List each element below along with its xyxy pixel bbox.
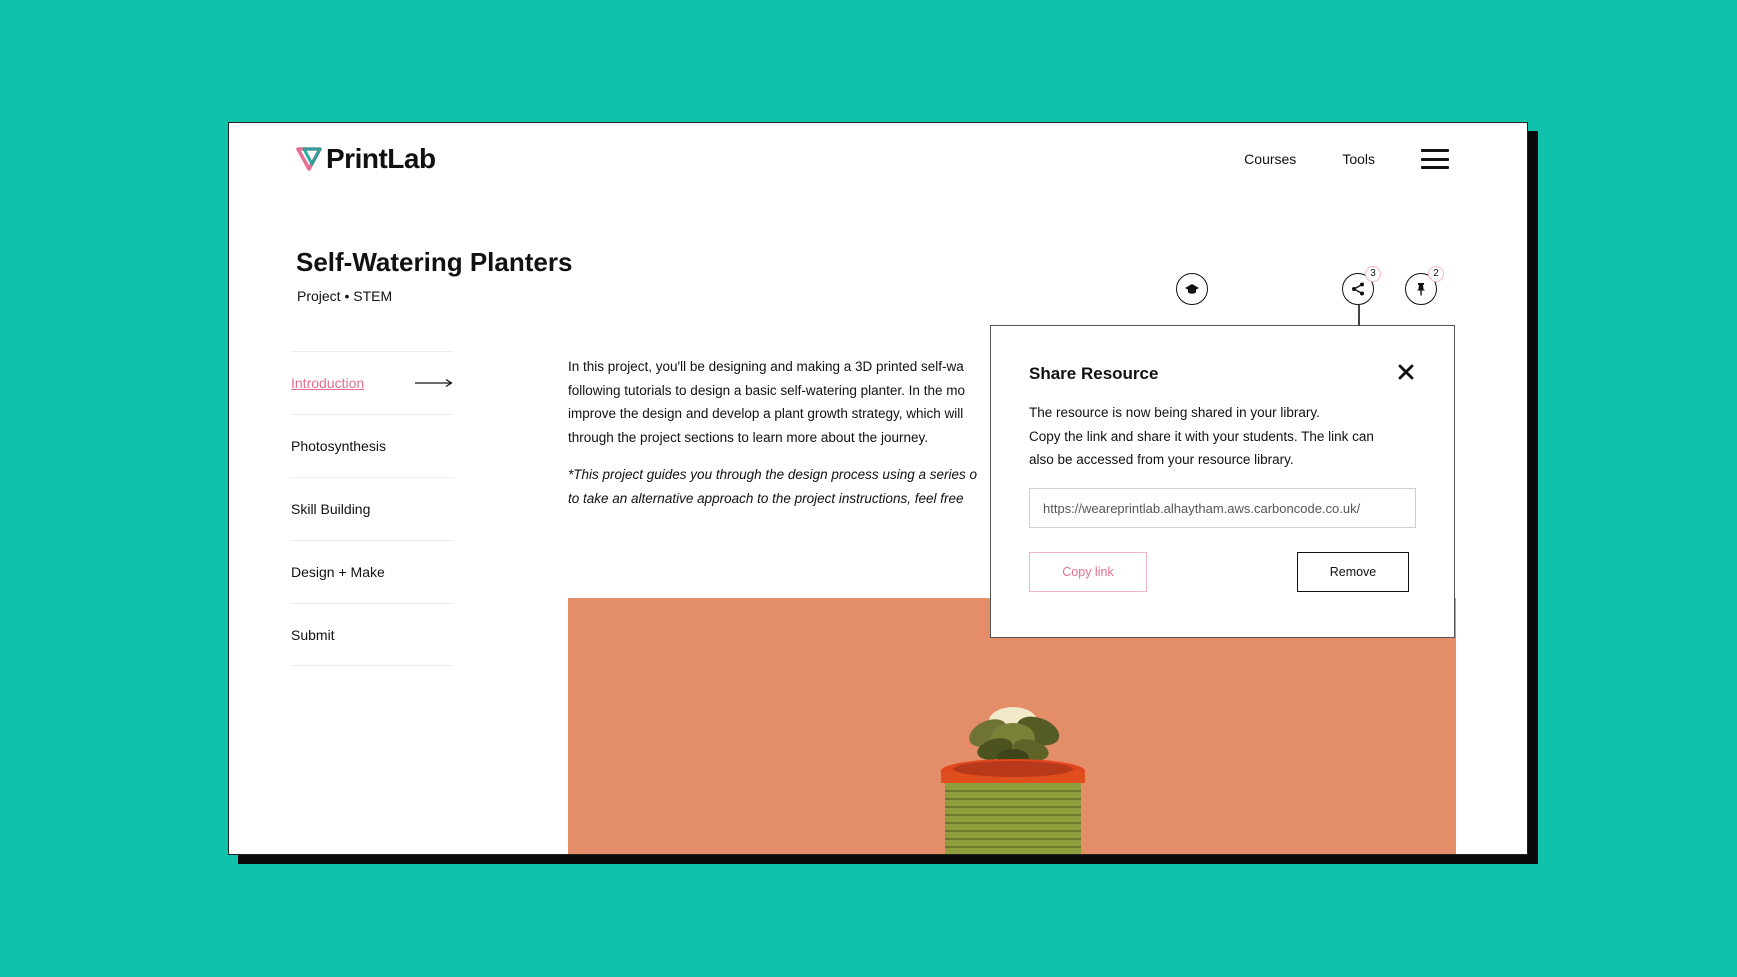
note-line: to take an alternative approach to the p…: [568, 490, 964, 506]
sidebar-item-skill-building[interactable]: Skill Building: [291, 477, 453, 540]
top-nav: Courses Tools: [1244, 149, 1449, 169]
sidebar-item-photosynthesis[interactable]: Photosynthesis: [291, 414, 453, 477]
intro-line: improve the design and develop a plant g…: [568, 406, 964, 421]
note-line: *This project guides you through the des…: [568, 467, 977, 482]
hamburger-menu-icon[interactable]: [1421, 149, 1449, 169]
arrow-right-icon: [415, 378, 453, 388]
intro-text: In this project, you'll be designing and…: [568, 355, 988, 510]
pin-count-badge: 2: [1428, 266, 1444, 282]
sidebar-item-label: Skill Building: [291, 501, 371, 517]
sidebar-item-submit[interactable]: Submit: [291, 603, 453, 666]
intro-note: *This project guides you through the des…: [568, 463, 988, 510]
planter-illustration: [941, 707, 1085, 854]
remove-button[interactable]: Remove: [1297, 552, 1409, 592]
share-count-badge: 3: [1365, 266, 1381, 282]
nav-courses[interactable]: Courses: [1244, 151, 1296, 167]
share-resource-modal: Share Resource The resource is now being…: [990, 325, 1455, 638]
app-window: PrintLab Courses Tools Self-Watering Pla…: [228, 122, 1528, 855]
sidebar-item-label: Introduction: [291, 375, 365, 391]
copy-link-button[interactable]: Copy link: [1029, 552, 1147, 592]
section-sidebar: Introduction Photosynthesis Skill Buildi…: [291, 351, 453, 666]
intro-line: through the project sections to learn mo…: [568, 429, 928, 445]
modal-line: also be accessed from your resource libr…: [1029, 452, 1294, 467]
modal-line: The resource is now being shared in your…: [1029, 405, 1320, 420]
page-title: Self-Watering Planters: [296, 247, 573, 277]
logo[interactable]: PrintLab: [296, 143, 436, 175]
share-icon: [1352, 282, 1364, 296]
popover-connector: [1358, 305, 1360, 325]
pin-icon: [1417, 283, 1425, 296]
sidebar-item-label: Design + Make: [291, 564, 385, 580]
sidebar-item-introduction[interactable]: Introduction: [291, 351, 453, 414]
modal-line: Copy the link and share it with your stu…: [1029, 428, 1374, 444]
page-subtitle: Project • STEM: [297, 288, 393, 304]
sidebar-item-label: Photosynthesis: [291, 438, 386, 454]
close-icon[interactable]: [1398, 364, 1414, 380]
nav-tools[interactable]: Tools: [1342, 151, 1375, 167]
share-url-field[interactable]: [1029, 488, 1416, 528]
intro-line: In this project, you'll be designing and…: [568, 359, 964, 374]
graduation-cap-icon: [1185, 284, 1199, 294]
course-button[interactable]: [1176, 273, 1208, 305]
logo-text: PrintLab: [326, 143, 436, 174]
sidebar-item-label: Submit: [291, 626, 335, 643]
intro-line: following tutorials to design a basic se…: [568, 382, 965, 398]
sidebar-item-design-make[interactable]: Design + Make: [291, 540, 453, 603]
share-button[interactable]: 3: [1342, 266, 1381, 305]
modal-description: The resource is now being shared in your…: [1029, 401, 1429, 472]
pin-button[interactable]: 2: [1405, 266, 1444, 305]
printlab-triangle-logo-icon: [296, 147, 322, 171]
modal-title: Share Resource: [1029, 364, 1159, 383]
